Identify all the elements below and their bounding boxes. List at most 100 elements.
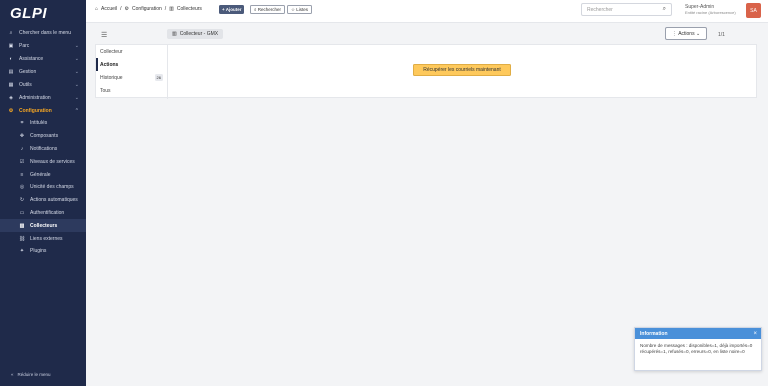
sidebar-subitem-label: Authentification [30,209,65,216]
sidebar-subitem-plugins[interactable]: ✦ Plugins [0,245,86,258]
sidebar-subitem-authentification[interactable]: ▭ Authentification [0,207,86,220]
user-entity: Entité racine (Arborescence) [685,10,736,15]
lists-button-label: Listes [296,7,309,12]
inbox-icon: ▥ [169,6,174,12]
sidebar-subitem-niveaux-de-services[interactable]: ☑ Niveaux de services [0,155,86,168]
close-icon[interactable]: × [753,331,757,337]
user-info[interactable]: Super-Admin Entité racine (Arborescence) [685,4,736,16]
tab-actions[interactable]: Actions [96,58,167,71]
sidebar-item-label: Configuration [19,107,52,114]
inbox-icon: ▥ [172,31,177,37]
information-toast: Information × Nombre de messages : dispo… [634,327,762,371]
breadcrumb-separator: / [164,6,167,12]
search-placeholder: Rechercher [587,6,613,13]
checklist-icon: ☑ [19,158,25,165]
chevron-down-icon: ⌄ [74,94,79,101]
toast-header: Information × [635,328,761,339]
sidebar-item-label: Parc [19,42,30,49]
sidebar-subitem-unicite-des-champs[interactable]: ◎ Unicité des champs [0,181,86,194]
tab-collecteur[interactable]: Collecteur [96,45,167,58]
chevron-down-icon: ⌄ [74,68,79,75]
wallet-icon: ▤ [8,68,14,75]
id-card-icon: ▭ [19,209,25,216]
sidebar-subitem-label: Générale [30,171,51,178]
fingerprint-icon: ◎ [19,184,25,191]
sidebar-item-label: Assistance [19,55,44,62]
gear-icon: ⚙ [124,6,130,12]
briefcase-icon: ▦ [8,81,14,88]
sidebar-item-configuration[interactable]: ⚙ Configuration ⌃ [0,104,86,117]
shield-icon: ◈ [9,94,13,101]
puzzle-icon: ✦ [19,248,25,255]
tab-label: Actions [100,61,119,68]
sidebar-subitem-liens-externes[interactable]: ⛓ Liens externes [0,232,86,245]
sidebar-subitem-label: Composants [30,133,59,140]
sidebar-item-assistance[interactable]: ◐ Assistance ⌄ [0,52,86,65]
link-icon: ⛓ [18,235,26,242]
tab-label: Historique [100,74,123,81]
item-title: ▥ Collecteur - GMX [167,29,224,39]
glpi-logo[interactable]: GLPI [0,0,86,26]
toast-message: Nombre de messages : disponibles=1, déjà… [640,343,753,355]
sidebar-item-outils[interactable]: ▦ Outils ⌄ [0,78,86,91]
chevron-down-icon: ⌄ [74,81,79,88]
lists-button[interactable]: ☆ Listes [287,5,313,14]
search-button-label: Rechercher [257,7,282,12]
sidebar-subitem-notifications[interactable]: ♪ Notifications [0,143,86,156]
sidebar-subitem-label: Niveaux de services [30,158,75,165]
tab-label: Tous [100,87,111,94]
refresh-icon: ↻ [19,197,25,204]
sidebar-item-label: Chercher dans le menu [19,29,71,36]
sidebar-item-label: Outils [19,81,32,88]
search-button[interactable]: ⌕ Rechercher [250,5,286,14]
sidebar-subitem-label: Plugins [30,248,47,255]
toast-title: Information [640,330,668,337]
sidebar-item-label: Gestion [19,68,37,75]
sidebar-item-label: Administration [19,94,51,101]
item-title-label: Collecteur - GMX [179,31,219,37]
sidebar-subitem-intitules[interactable]: ⌗ Intitulés [0,117,86,130]
fetch-emails-button[interactable]: Récupérer les courriels maintenant [413,64,511,76]
sidebar-search[interactable]: ⌕ Chercher dans le menu [0,26,86,39]
search-icon: ⌕ [9,29,13,36]
breadcrumb-configuration[interactable]: Configuration [132,6,162,12]
sliders-icon: ≡ [20,171,24,178]
components-icon: ✥ [19,133,25,140]
add-button[interactable]: + Ajouter [219,5,245,14]
sidebar-item-administration[interactable]: ◈ Administration ⌄ [0,91,86,104]
collapse-menu-button[interactable]: « Réduire le menu [11,372,51,377]
collapse-menu-label: Réduire le menu [17,372,51,377]
home-icon: ⌂ [95,6,99,12]
tab-list: Collecteur Actions Historique 26 Tous [96,45,168,99]
sidebar-item-parc[interactable]: ▣ Parc ⌄ [0,39,86,52]
search-icon: ⌕ [662,6,666,12]
sidebar-subitem-label: Liens externes [30,235,63,242]
sidebar-subitem-label: Intitulés [30,120,48,127]
sidebar-subitem-label: Collecteurs [30,222,58,229]
tab-tous[interactable]: Tous [96,84,167,97]
gear-icon: ⚙ [8,107,14,114]
headset-icon: ◐ [9,55,13,62]
sidebar-subitem-collecteurs[interactable]: ▥ Collecteurs [0,219,86,233]
sidebar-subitem-generale[interactable]: ≡ Générale [0,168,86,181]
tab-historique[interactable]: Historique 26 [96,71,167,84]
sidebar: GLPI ⌕ Chercher dans le menu ▣ Parc ⌄ ◐ … [0,0,86,386]
actions-label: Actions [678,30,695,37]
tab-label: Collecteur [100,48,123,55]
breadcrumb-collecteurs[interactable]: Collecteurs [177,6,202,12]
sidebar-item-gestion[interactable]: ▤ Gestion ⌄ [0,65,86,78]
avatar[interactable]: SA [746,3,761,18]
collapse-arrows-icon: « [11,372,14,377]
chevron-down-icon: ⌄ [694,30,701,37]
sidebar-subitem-composants[interactable]: ✥ Composants [0,130,86,143]
top-bar: ⌂ Accueil / ⚙ Configuration / ▥ Collecte… [86,0,768,23]
actions-button[interactable]: ⋮ Actions ⌄ [665,27,707,40]
box-icon: ▣ [8,42,14,49]
breadcrumb-home[interactable]: Accueil [101,6,117,12]
breadcrumb: ⌂ Accueil / ⚙ Configuration / ▥ Collecte… [95,6,205,12]
global-search-input[interactable]: Rechercher ⌕ [581,3,672,16]
sidebar-subitem-actions-automatiques[interactable]: ↻ Actions automatiques [0,194,86,207]
list-view-icon[interactable]: ☰ [101,31,107,39]
breadcrumb-separator: / [120,6,122,12]
chevron-up-icon: ⌃ [74,107,79,114]
